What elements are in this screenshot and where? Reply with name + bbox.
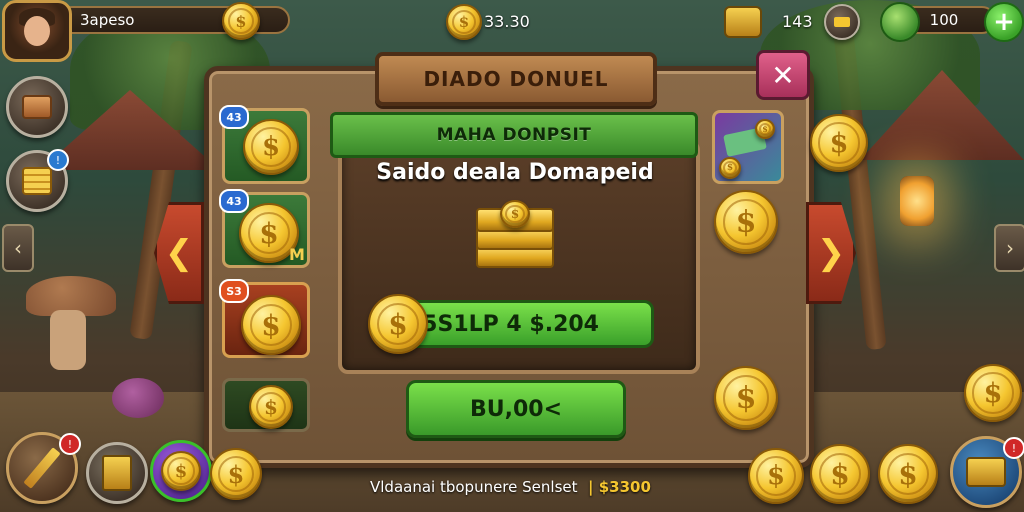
coin-icon: $ (161, 451, 201, 491)
slot-badge: S3 (219, 279, 249, 303)
coin-icon: $ (222, 2, 260, 40)
avatar-face (24, 16, 50, 46)
coin-icon: $ (446, 4, 482, 40)
gold-bar-icon (834, 17, 850, 27)
footer-text: Vldaanai tbopunere Senlset (370, 478, 578, 496)
coin-icon[interactable]: $ (964, 364, 1022, 422)
coin-icon: $ (241, 295, 301, 355)
coin-icon: $ (368, 294, 428, 354)
add-gold-button[interactable]: + (984, 2, 1024, 42)
notification-badge: ! (59, 433, 81, 455)
coin-icon: $ (243, 119, 299, 175)
gold-chest-icon (724, 6, 762, 38)
lantern (900, 176, 934, 226)
treasure-button[interactable]: ! (950, 436, 1024, 508)
purple-pot (112, 378, 164, 418)
pencil-icon (23, 447, 61, 489)
card-icon (102, 455, 132, 491)
coin-icon: $ (500, 200, 530, 228)
player-name: 3apeso (80, 11, 135, 29)
shop-slot[interactable]: $ (222, 378, 310, 432)
leaf-icon (880, 2, 920, 42)
top-bar: 3apeso $ $ 33.30 143 100 + (0, 0, 1024, 62)
center-coin-count: 33.30 (484, 12, 530, 31)
add-stat-button[interactable] (824, 4, 860, 40)
slot-badge: 43 (219, 105, 249, 129)
coin-icon[interactable]: $ (748, 448, 804, 504)
gold-chest-icon (22, 95, 52, 119)
coin-stack-icon (22, 167, 52, 195)
coin-icon[interactable]: $ (810, 114, 868, 172)
coin-icon[interactable]: $ (878, 444, 938, 504)
coin-icon[interactable]: $ (714, 366, 778, 430)
slot-extra: M (289, 245, 305, 264)
scroll-right-button[interactable]: › (994, 224, 1024, 272)
profile-avatar[interactable] (2, 0, 72, 62)
close-button[interactable]: ✕ (756, 50, 810, 100)
offer-headline: Saido deala Domapeid (376, 160, 654, 185)
buy-button[interactable]: BU,00< (406, 380, 626, 438)
gold-value: 100 (929, 11, 959, 29)
offer-ribbon: MAHA DONPSIT (330, 112, 698, 158)
next-arrow-button[interactable]: ❯ (806, 202, 856, 304)
panel-title: DIADO DONUEL (375, 52, 657, 106)
coin-icon: $ (719, 157, 741, 179)
cards-button[interactable] (86, 442, 148, 504)
scroll-left-button[interactable]: ‹ (2, 224, 34, 272)
coin-icon[interactable]: $ (810, 444, 870, 504)
stat-value: 143 (782, 12, 813, 31)
shop-slot[interactable]: 43 $ (219, 105, 310, 184)
treasure-box-icon (966, 457, 1006, 487)
gem-pack-icon[interactable]: $ $ (712, 110, 784, 184)
offer-ribbon-text: MAHA DONPSIT (436, 125, 592, 145)
special-coin-button[interactable]: $ (150, 440, 212, 502)
coin-stack-button[interactable]: ! (6, 149, 69, 212)
slot-badge: 43 (219, 189, 249, 213)
mushroom-stem (50, 310, 86, 370)
notification-badge: ! (1003, 437, 1024, 459)
notification-badge: ! (47, 149, 69, 171)
shop-slot[interactable]: S3 $ (219, 279, 310, 358)
coin-icon: $ (755, 119, 775, 139)
coin-icon[interactable]: $ (210, 448, 262, 500)
coin-icon[interactable]: $ (714, 190, 778, 254)
footer-price: | $3300 (588, 478, 651, 496)
shop-slot[interactable]: 43 $ M (219, 189, 310, 268)
edit-button[interactable]: ! (6, 432, 81, 504)
offer-amount: 5S1LP 4 $.204 (422, 311, 599, 337)
chest-button[interactable] (6, 76, 68, 138)
coin-icon: $ (249, 385, 293, 429)
